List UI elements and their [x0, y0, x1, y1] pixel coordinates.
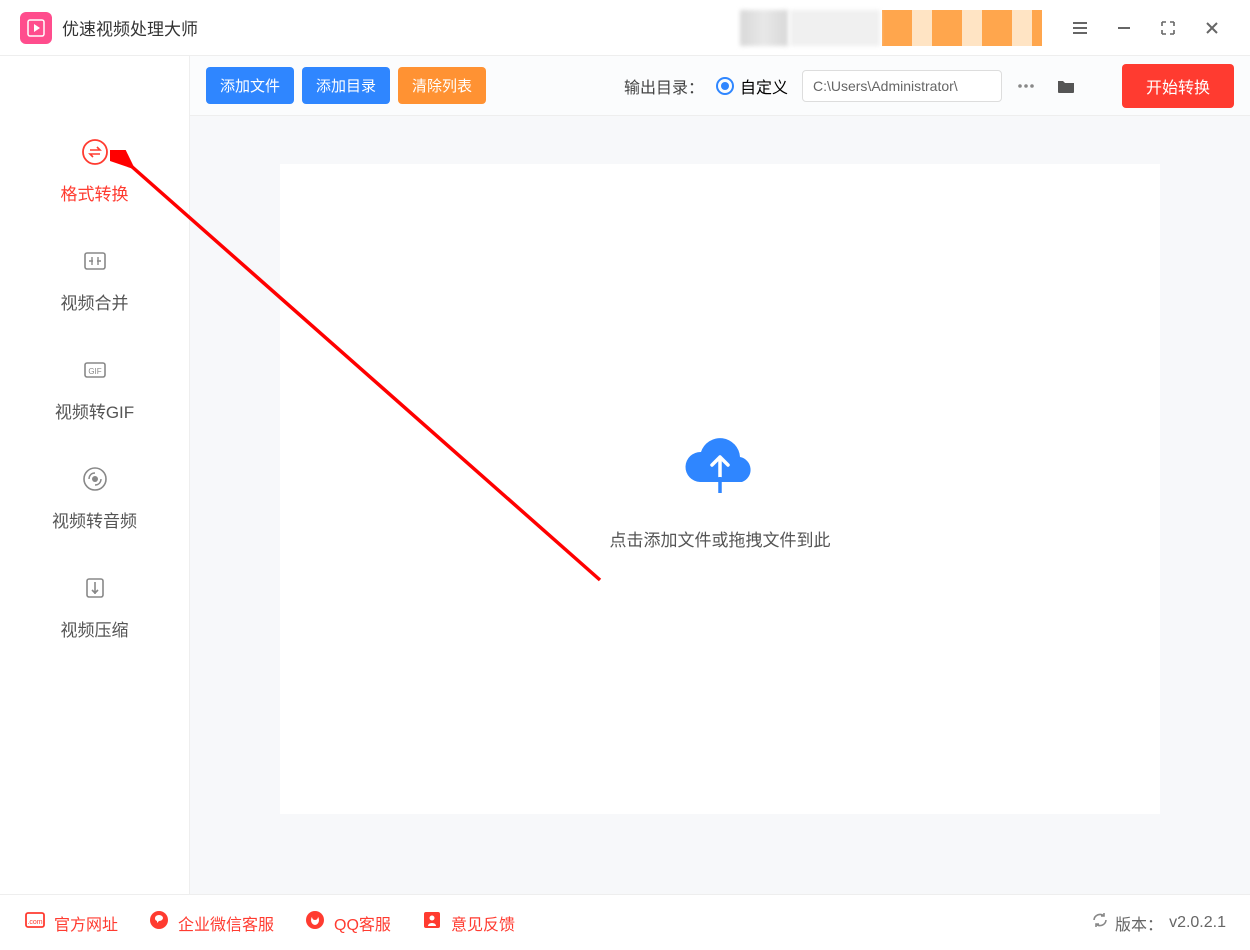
footer-link-label: 意见反馈	[451, 911, 515, 935]
browse-folder-button[interactable]	[1050, 70, 1082, 102]
sidebar-item-label: 视频转音频	[52, 507, 137, 532]
banner-blur-1	[740, 10, 788, 46]
output-custom-radio[interactable]: 自定义	[716, 74, 788, 98]
titlebar: 优速视频处理大师	[0, 0, 1250, 56]
more-button[interactable]	[1010, 70, 1042, 102]
main: 格式转换 视频合并 GIF 视频转GIF 视频转音频 视频压缩	[0, 56, 1250, 894]
sidebar-item-video-to-gif[interactable]: GIF 视频转GIF	[55, 354, 134, 423]
banner-blur-2	[790, 10, 880, 46]
app-logo-icon	[20, 12, 52, 44]
dropzone-text: 点击添加文件或拖拽文件到此	[610, 526, 831, 551]
close-button[interactable]	[1194, 10, 1230, 46]
start-convert-button[interactable]: 开始转换	[1122, 64, 1234, 108]
cloud-upload-icon	[680, 427, 760, 502]
version-prefix: 版本：	[1115, 911, 1163, 935]
minimize-button[interactable]	[1106, 10, 1142, 46]
sidebar-item-video-to-audio[interactable]: 视频转音频	[52, 463, 137, 532]
convert-icon	[79, 136, 111, 168]
footer-wechat-support[interactable]: 企业微信客服	[148, 909, 274, 936]
toolbar: 添加文件 添加目录 清除列表 输出目录： 自定义 开始转换	[190, 56, 1250, 116]
feedback-icon	[421, 909, 443, 936]
clear-list-button[interactable]: 清除列表	[398, 67, 486, 104]
sidebar-item-label: 视频压缩	[61, 616, 129, 641]
footer-official-site[interactable]: .com 官方网址	[24, 909, 118, 936]
sidebar-item-video-compress[interactable]: 视频压缩	[61, 572, 129, 641]
svg-text:.com: .com	[27, 919, 42, 926]
merge-icon	[79, 245, 111, 277]
banner-orange	[882, 10, 1042, 46]
sidebar-item-label: 视频转GIF	[55, 398, 134, 423]
app-title: 优速视频处理大师	[62, 15, 198, 40]
banner-area	[740, 10, 1042, 46]
add-folder-button[interactable]: 添加目录	[302, 67, 390, 104]
titlebar-right	[740, 10, 1230, 46]
output-dir-label: 输出目录：	[624, 74, 704, 98]
version-info[interactable]: 版本： v2.0.2.1	[1091, 911, 1226, 935]
output-custom-label: 自定义	[740, 74, 788, 98]
version-value: v2.0.2.1	[1169, 914, 1226, 932]
audio-icon	[79, 463, 111, 495]
website-icon: .com	[24, 909, 46, 936]
menu-button[interactable]	[1062, 10, 1098, 46]
footer-link-label: QQ客服	[334, 911, 391, 935]
maximize-button[interactable]	[1150, 10, 1186, 46]
output-path-input[interactable]	[802, 70, 1002, 102]
add-file-button[interactable]: 添加文件	[206, 67, 294, 104]
refresh-icon	[1091, 911, 1109, 934]
footer-link-label: 企业微信客服	[178, 911, 274, 935]
sidebar-item-label: 格式转换	[61, 180, 129, 205]
titlebar-left: 优速视频处理大师	[20, 12, 198, 44]
radio-checked-icon	[716, 77, 734, 95]
sidebar-item-label: 视频合并	[61, 289, 129, 314]
svg-text:GIF: GIF	[88, 367, 101, 376]
content: 添加文件 添加目录 清除列表 输出目录： 自定义 开始转换	[190, 56, 1250, 894]
compress-icon	[79, 572, 111, 604]
qq-icon	[304, 909, 326, 936]
gif-icon: GIF	[79, 354, 111, 386]
footer-link-label: 官方网址	[54, 911, 118, 935]
footer: .com 官方网址 企业微信客服 QQ客服 意见反馈 版本： v2.0.2.1	[0, 894, 1250, 950]
footer-qq-support[interactable]: QQ客服	[304, 909, 391, 936]
sidebar: 格式转换 视频合并 GIF 视频转GIF 视频转音频 视频压缩	[0, 56, 190, 894]
sidebar-item-format-convert[interactable]: 格式转换	[61, 136, 129, 205]
dropzone[interactable]: 点击添加文件或拖拽文件到此	[280, 164, 1160, 814]
dropzone-wrap: 点击添加文件或拖拽文件到此	[190, 116, 1250, 894]
sidebar-item-video-merge[interactable]: 视频合并	[61, 245, 129, 314]
footer-feedback[interactable]: 意见反馈	[421, 909, 515, 936]
wechat-icon	[148, 909, 170, 936]
